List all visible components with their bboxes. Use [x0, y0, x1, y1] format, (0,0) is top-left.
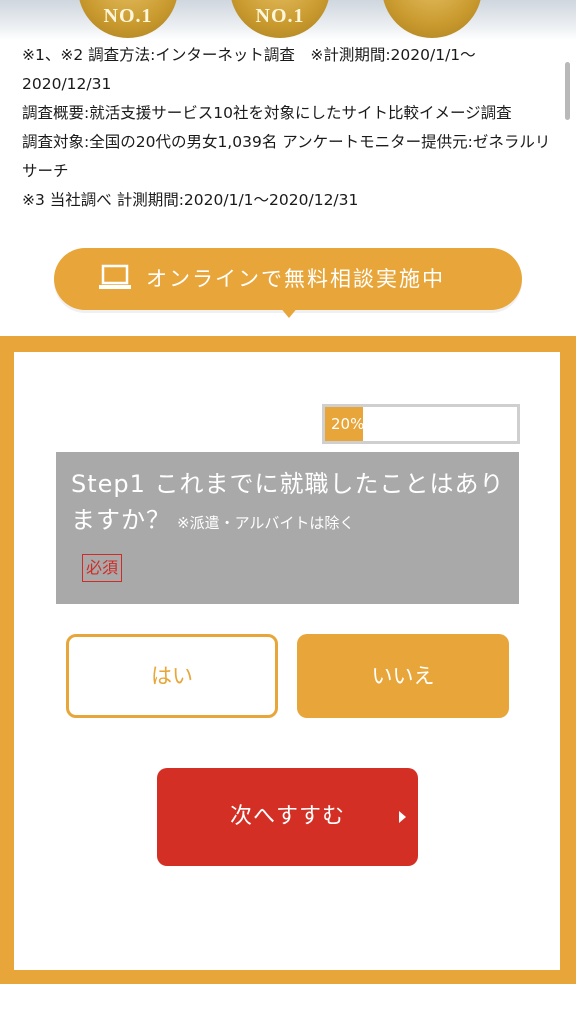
answer-yes-button[interactable]: はい [66, 634, 278, 718]
medal-label-1: NO.1 [103, 5, 153, 27]
required-badge: 必須 [82, 554, 123, 582]
award-medal-2: NO.1 [230, 0, 330, 38]
medal-label-2: NO.1 [255, 5, 305, 27]
award-medal-1: NO.1 [78, 0, 178, 38]
survey-notes: ※1、※2 調査方法:インターネット調査 ※計測期間:2020/1/1〜2020… [22, 41, 562, 215]
online-consultation-banner: オンラインで無料相談実施中 [54, 248, 522, 310]
laptop-icon [99, 264, 131, 289]
survey-note: 調査概要:就活支援サービス10社を対象にしたサイト比較イメージ調査 [22, 104, 512, 122]
arrow-right-icon [399, 811, 406, 823]
entry-form-frame: 20% Step1 これまでに就職したことはありますか？ ※派遣・アルバイトは除く… [0, 336, 576, 984]
question-text-block: Step1 これまでに就職したことはありますか？ ※派遣・アルバイトは除く [71, 466, 511, 541]
answer-no-button[interactable]: いいえ [297, 634, 509, 718]
banner-pointer [279, 306, 299, 318]
hero-image: NO.1 NO.1 [0, 0, 576, 40]
survey-note: 調査対象:全国の20代の男女1,039名 アンケートモニター提供元:ゼネラルリサ… [22, 133, 551, 180]
next-step-button[interactable]: 次へすすむ [157, 768, 418, 866]
survey-note: ※1、※2 調査方法:インターネット調査 ※計測期間:2020/1/1〜2020… [22, 46, 476, 93]
progress-label: 20% [331, 415, 365, 433]
survey-note: ※3 当社調べ 計測期間:2020/1/1〜2020/12/31 [22, 191, 359, 209]
entry-form: 20% Step1 これまでに就職したことはありますか？ ※派遣・アルバイトは除く… [14, 352, 560, 970]
progress-bar: 20% [322, 404, 520, 444]
award-medal-3 [382, 0, 482, 38]
question-box: Step1 これまでに就職したことはありますか？ ※派遣・アルバイトは除く 必須 [56, 452, 519, 604]
page-scrollbar[interactable] [565, 62, 570, 120]
banner-text: オンラインで無料相談実施中 [146, 267, 445, 291]
question-note: ※派遣・アルバイトは除く [177, 514, 355, 532]
next-step-label: 次へすすむ [229, 804, 345, 829]
